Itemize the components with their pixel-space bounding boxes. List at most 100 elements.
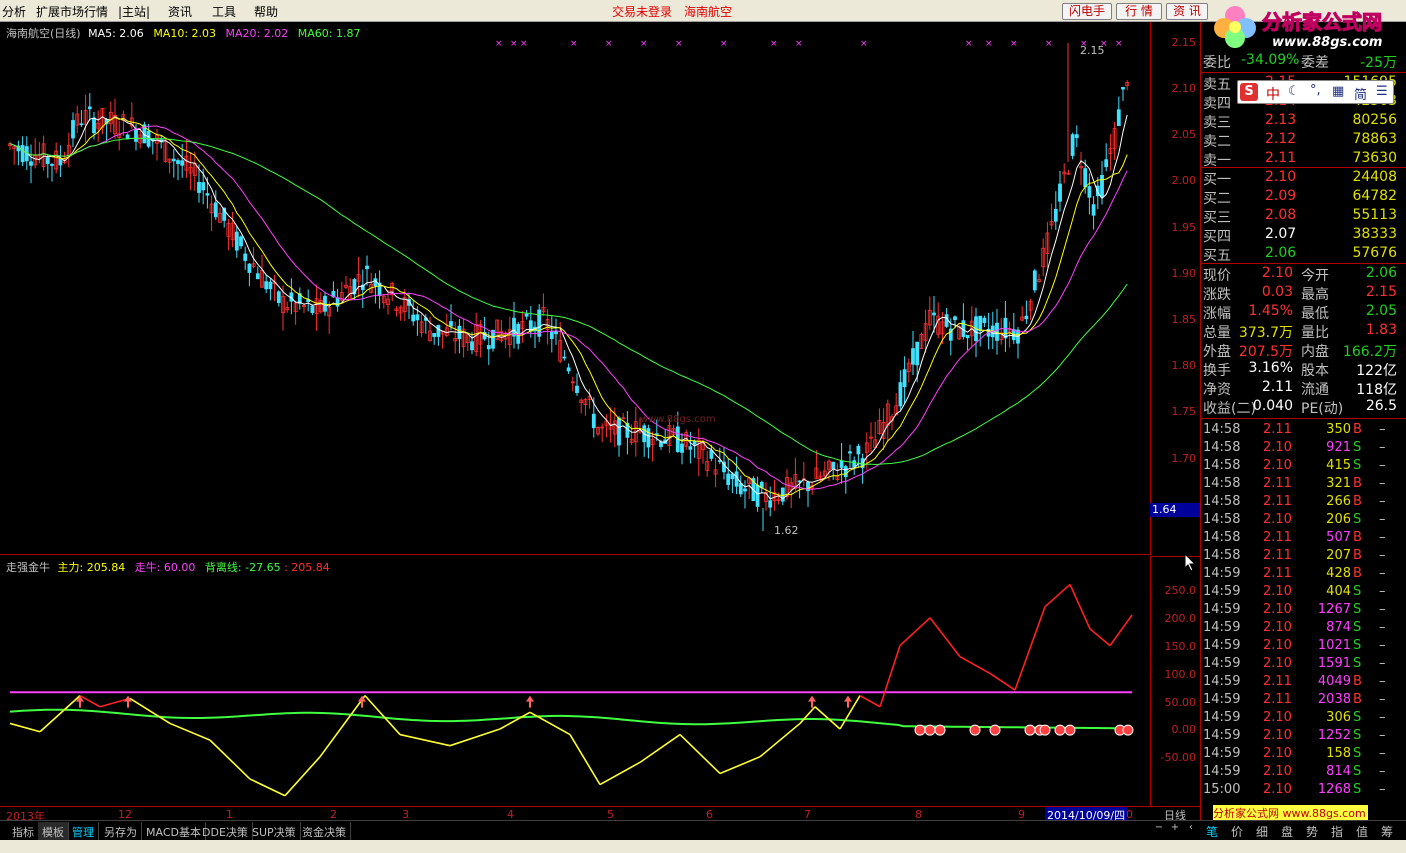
tick-time: 14:59 <box>1203 710 1241 725</box>
stat-row: 收益(二) 0.040 PE(动) 26.5 <box>1201 398 1399 417</box>
tick-row: 14:59 2.10 404 S – <box>1201 584 1406 602</box>
rtab-ticks[interactable]: 笔 <box>1200 823 1224 840</box>
tick-side: B <box>1353 530 1362 545</box>
indicator-tick: 200.0 <box>1164 612 1197 625</box>
signal-ball <box>924 724 936 736</box>
candle-body <box>575 385 579 394</box>
candle-body <box>1104 159 1109 168</box>
menu-tools[interactable]: 工具 <box>212 3 236 20</box>
signal-ball <box>1064 724 1076 736</box>
status-bar <box>0 840 1406 853</box>
ime-toolbar[interactable]: S 中 ☾ °, ▦ 简 ☰ <box>1237 80 1394 104</box>
tab-macd[interactable]: MACD基本 <box>142 822 206 840</box>
stat-value: 118亿 <box>1356 382 1397 398</box>
tick-price: 2.10 <box>1263 656 1292 671</box>
signal-marker: × <box>985 39 993 49</box>
low-price-label: 1.62 <box>774 524 799 537</box>
rtab-trend[interactable]: 势 <box>1300 823 1324 840</box>
flash-trade-button[interactable]: 闪电手 <box>1062 3 1112 20</box>
menu-icon: ☰ <box>1376 84 1388 99</box>
tick-dash: – <box>1379 494 1386 509</box>
quote-button[interactable]: 行 情 <box>1116 3 1162 20</box>
price-tick: 2.15 <box>1171 36 1197 49</box>
rtab-value[interactable]: 值 <box>1350 823 1374 840</box>
candle-body <box>1024 315 1029 320</box>
rtab-chips[interactable]: 筹 <box>1375 823 1399 840</box>
price-tick: 1.75 <box>1171 405 1197 418</box>
candle-body <box>255 273 260 280</box>
tab-indicator[interactable]: 指标 <box>8 822 39 840</box>
candle-body <box>449 321 453 327</box>
price-chart-pane[interactable]: 海南航空(日线) MA5: 2.06 MA10: 2.03 MA20: 2.02… <box>0 22 1150 555</box>
tab-fund[interactable]: 资金决策 <box>298 822 351 840</box>
info-button[interactable]: 资 讯 <box>1166 3 1208 20</box>
period-label[interactable]: 日线 <box>1150 806 1200 822</box>
tick-dash: – <box>1379 692 1386 707</box>
candle-body <box>738 483 743 495</box>
minus-icon[interactable]: − <box>1152 822 1166 837</box>
tick-volume: 1591 <box>1317 656 1351 671</box>
rtab-board[interactable]: 盘 <box>1275 823 1299 840</box>
tick-volume: 266 <box>1326 494 1351 509</box>
bid-row: 买一 2.10 24408 <box>1201 169 1399 188</box>
date-axis: 2013年 12 1 2 3 4 5 6 7 8 9 0 2014/10/09/… <box>0 806 1150 823</box>
main-force-segment <box>639 733 681 764</box>
price-tick: 1.95 <box>1171 221 1197 234</box>
candle-body <box>411 314 416 322</box>
menu-main-station[interactable]: |主站| <box>118 3 150 20</box>
tick-price: 2.10 <box>1263 746 1292 761</box>
tick-row: 14:58 2.10 206 S – <box>1201 512 1406 530</box>
tick-volume: 1267 <box>1317 602 1351 617</box>
tab-template[interactable]: 模板 <box>38 822 69 840</box>
logo-url: www.88gs.com <box>1272 35 1383 50</box>
candle-body <box>692 440 697 445</box>
menu-help[interactable]: 帮助 <box>254 3 278 20</box>
tab-sup[interactable]: SUP决策 <box>248 822 301 840</box>
tick-time: 14:59 <box>1203 602 1241 617</box>
stat-value: 122亿 <box>1356 363 1397 379</box>
signal-marker: × <box>520 39 528 49</box>
main-force-segment <box>879 645 901 708</box>
bottom-watermark-text: 分析家公式网 www.88gs.com <box>1213 807 1366 820</box>
rtab-detail[interactable]: 细 <box>1250 823 1274 840</box>
signal-marker: × <box>795 39 803 49</box>
tick-volume: 350 <box>1326 422 1351 437</box>
candle-body <box>537 309 542 337</box>
price-tick: 1.70 <box>1171 452 1197 465</box>
weicha-label: 委差 <box>1301 55 1329 71</box>
candle-body <box>932 312 936 316</box>
tick-side: S <box>1353 602 1362 617</box>
tick-time: 14:59 <box>1203 620 1241 635</box>
indicator-pane[interactable]: 走强金牛 主力: 205.84 走牛: 60.00 背离线: -27.65 : … <box>0 556 1150 806</box>
tick-price: 2.10 <box>1263 728 1292 743</box>
tick-row: 14:59 2.10 1021 S – <box>1201 638 1406 656</box>
tab-manage[interactable]: 管理 <box>68 822 99 840</box>
bid-price: 2.06 <box>1265 245 1297 261</box>
tick-row: 14:58 2.11 350 B – <box>1201 422 1406 440</box>
tick-side: S <box>1353 440 1362 455</box>
tick-price: 2.10 <box>1263 710 1292 725</box>
bid-volume: 64782 <box>1352 188 1397 204</box>
tick-row: 15:00 2.10 1268 S – <box>1201 782 1406 800</box>
candle-body <box>243 253 248 261</box>
rtab-price[interactable]: 价 <box>1225 823 1249 840</box>
tick-side: B <box>1353 494 1362 509</box>
mouse-cursor-icon <box>1184 553 1197 572</box>
candle-body <box>743 488 747 492</box>
rtab-index[interactable]: 指 <box>1325 823 1349 840</box>
tab-dde[interactable]: DDE决策 <box>198 822 253 840</box>
plus-icon[interactable]: + <box>1168 822 1182 837</box>
tick-time: 14:59 <box>1203 638 1241 653</box>
candle-body <box>310 305 315 313</box>
main-force-segment <box>399 733 451 747</box>
menu-analysis[interactable]: 分析 <box>2 3 26 20</box>
menu-news[interactable]: 资讯 <box>168 3 192 20</box>
tick-price: 2.10 <box>1263 638 1292 653</box>
bid-price: 2.08 <box>1265 207 1297 223</box>
tick-side: S <box>1353 746 1362 761</box>
signal-ball <box>1054 724 1066 736</box>
menu-extended-market[interactable]: 扩展市场行情 <box>36 3 108 20</box>
tab-save-as[interactable]: 另存为 <box>100 822 142 840</box>
sogou-icon: S <box>1240 83 1258 101</box>
chevron-left-icon[interactable]: ‹ <box>1184 822 1198 837</box>
